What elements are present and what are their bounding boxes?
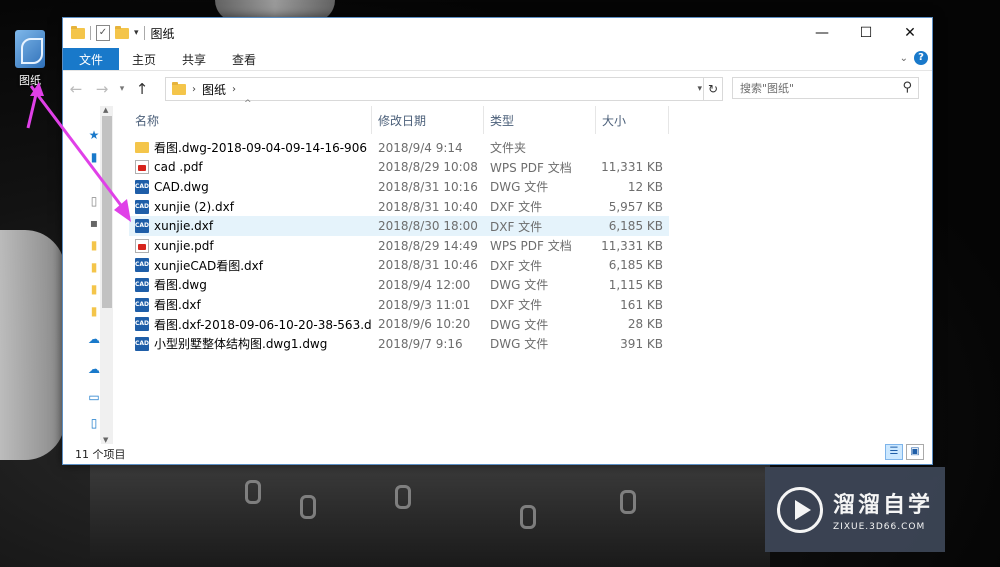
watermark-url: ZIXUE.3D66.COM bbox=[833, 522, 926, 532]
watermark-name: 溜溜自学 bbox=[833, 493, 934, 518]
annotation-arrow-line bbox=[29, 85, 128, 213]
annotation-arrow-head bbox=[114, 199, 131, 222]
watermark-logo: 溜溜自学 ZIXUE.3D66.COM bbox=[765, 467, 945, 552]
play-logo-icon bbox=[777, 486, 823, 533]
